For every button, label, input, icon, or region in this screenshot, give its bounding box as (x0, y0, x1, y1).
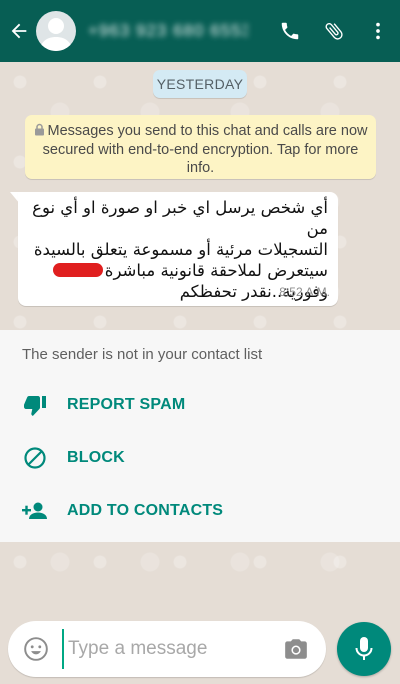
emoji-icon (24, 637, 48, 661)
message-composer (8, 621, 326, 677)
more-vert-icon (376, 22, 380, 40)
lock-icon (34, 123, 45, 141)
incoming-message[interactable]: أي شخص يرسل اي خبر او صورة او أي نوع من … (18, 192, 338, 306)
message-line: سيتعرض لملاحقة قانونية مباشرة (28, 260, 328, 281)
chat-header: +963 923 680 6553 (0, 0, 400, 62)
paperclip-icon (325, 23, 343, 40)
camera-button[interactable] (276, 621, 316, 677)
voice-record-button[interactable] (337, 622, 391, 676)
phone-icon (281, 22, 299, 40)
avatar[interactable] (36, 11, 76, 51)
message-line: أي شخص يرسل اي خبر او صورة او أي نوع من (32, 198, 328, 238)
mic-icon (355, 637, 373, 660)
block-button[interactable]: BLOCK (0, 436, 400, 480)
message-time: 8:52 A.M. (279, 285, 330, 299)
not-in-contacts-notice: The sender is not in your contact list (22, 346, 263, 363)
add-to-contacts-label: ADD TO CONTACTS (67, 502, 224, 519)
back-button[interactable] (4, 0, 34, 62)
call-button[interactable] (268, 0, 312, 62)
report-spam-label: REPORT SPAM (67, 396, 186, 413)
message-input[interactable] (62, 629, 272, 669)
emoji-button[interactable] (14, 621, 58, 677)
chat-area[interactable]: YESTERDAY Messages you send to this chat… (0, 62, 400, 614)
unknown-sender-panel: The sender is not in your contact list R… (0, 330, 400, 542)
add-person-icon (22, 498, 48, 524)
attach-button[interactable] (312, 0, 356, 62)
camera-icon (285, 639, 307, 659)
thumbs-down-icon (22, 392, 48, 418)
block-label: BLOCK (67, 449, 125, 466)
message-line: التسجيلات مرئية أو مسموعة يتعلق بالسيدة (33, 240, 328, 259)
redaction-mark (52, 263, 103, 277)
encryption-notice[interactable]: Messages you send to this chat and calls… (25, 115, 376, 179)
encryption-notice-text: Messages you send to this chat and calls… (42, 123, 368, 176)
block-icon (22, 445, 48, 471)
date-separator: YESTERDAY (153, 70, 247, 98)
contact-name[interactable]: +963 923 680 6553 (88, 21, 248, 41)
add-to-contacts-button[interactable]: ADD TO CONTACTS (0, 489, 400, 533)
arrow-left-icon (11, 23, 27, 39)
default-person-icon (40, 18, 72, 51)
header-actions (268, 0, 400, 62)
report-spam-button[interactable]: REPORT SPAM (0, 383, 400, 427)
menu-button[interactable] (356, 0, 400, 62)
